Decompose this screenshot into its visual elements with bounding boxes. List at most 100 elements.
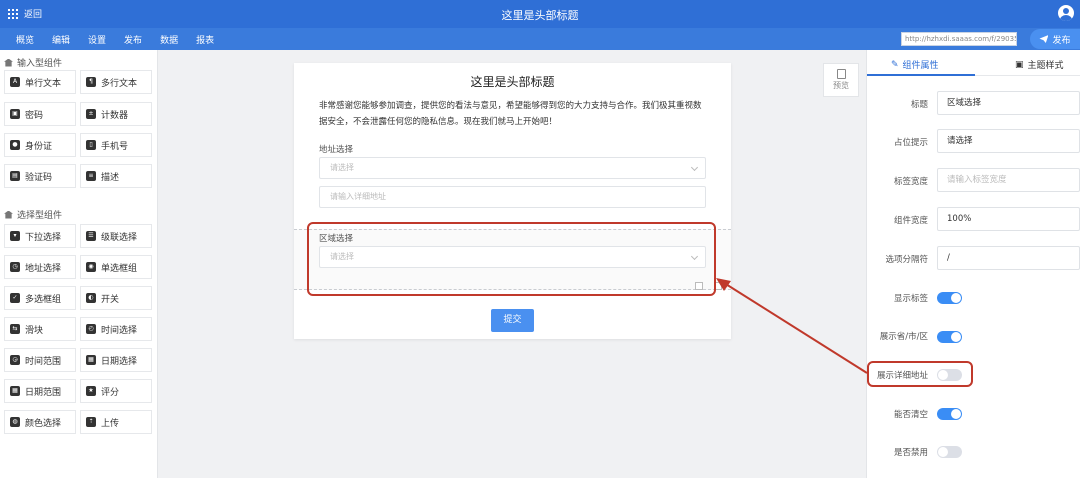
active-tab-underline (867, 74, 975, 76)
comp-label: 滑块 (25, 325, 44, 336)
phone-icon: ▯ (86, 140, 96, 150)
publish-label: 发布 (1052, 35, 1071, 46)
detail-address-highlight (867, 361, 973, 387)
arrow-line (720, 280, 868, 374)
comp-label: 验证码 (25, 172, 53, 183)
comp-captcha[interactable]: ▤ 验证码 (4, 164, 76, 188)
clock-icon: ◴ (86, 324, 96, 334)
show-province-toggle[interactable] (937, 331, 962, 343)
comp-time-range[interactable]: ◶ 时间范围 (4, 348, 76, 372)
address-select[interactable]: 请选择 (319, 157, 706, 179)
comp-slider[interactable]: ⇆ 滑块 (4, 317, 76, 341)
comp-cascader[interactable]: ☰ 级联选择 (80, 224, 152, 248)
prop-separator-input[interactable]: / (937, 246, 1080, 270)
switch-icon: ◐ (86, 293, 96, 303)
clearable-toggle[interactable] (937, 408, 962, 420)
comp-color[interactable]: ◍ 颜色选择 (4, 410, 76, 434)
map-icon: ◷ (10, 262, 20, 272)
prop-label-width-input[interactable]: 请输入标签宽度 (937, 168, 1080, 192)
comp-label: 颜色选择 (25, 418, 62, 429)
region-select-highlight (307, 222, 716, 296)
nav-reports[interactable]: 报表 (196, 33, 214, 46)
submit-button[interactable]: 提交 (491, 309, 534, 332)
lock-icon: ▣ (10, 109, 20, 119)
detail-placeholder: 请输入详细地址 (330, 192, 386, 201)
app-header: 返回 这里是头部标题 (0, 0, 1080, 28)
show-label-toggle[interactable] (937, 292, 962, 304)
chevron-down-icon (690, 163, 699, 172)
prop-title-input[interactable]: 区域选择 (937, 91, 1080, 115)
comp-password[interactable]: ▣ 密码 (4, 102, 76, 126)
comp-multi-text[interactable]: ¶ 多行文本 (80, 70, 152, 94)
time-range-icon: ◶ (10, 355, 20, 365)
prop-label-title: 标题 (910, 100, 928, 110)
prop-label-disabled: 是否禁用 (893, 448, 928, 458)
nav-edit[interactable]: 编辑 (52, 33, 70, 46)
comp-label: 开关 (101, 294, 120, 305)
address-placeholder: 请选择 (330, 163, 354, 172)
input-group-header: 输入型组件 (4, 56, 62, 69)
preview-button[interactable]: 预览 (823, 63, 859, 97)
comp-label: 多行文本 (101, 78, 138, 89)
tab-theme-style[interactable]: ▣ 主题样式 (1015, 58, 1064, 72)
comp-time[interactable]: ◴ 时间选择 (80, 317, 152, 341)
comp-label: 计数器 (101, 110, 129, 121)
comp-checkbox[interactable]: ✓ 多选框组 (4, 286, 76, 310)
nav-settings[interactable]: 设置 (88, 33, 106, 46)
comp-id-card[interactable]: ● 身份证 (4, 133, 76, 157)
palette-icon: ◍ (10, 417, 20, 427)
comp-label: 级联选择 (101, 232, 138, 243)
comp-description[interactable]: ≡ 描述 (80, 164, 152, 188)
prop-placeholder-input[interactable]: 请选择 (937, 129, 1080, 153)
captcha-icon: ▤ (10, 171, 20, 181)
disabled-toggle[interactable] (937, 446, 962, 458)
nav-data[interactable]: 数据 (160, 33, 178, 46)
comp-label: 单行文本 (25, 78, 62, 89)
comp-label: 地址选择 (25, 263, 62, 274)
tab-props-label: 组件属性 (902, 61, 939, 71)
comp-label: 多选框组 (25, 294, 62, 305)
nav-publish[interactable]: 发布 (124, 33, 142, 46)
preview-label: 预览 (833, 81, 849, 90)
nav-overview[interactable]: 概览 (16, 33, 34, 46)
comp-phone[interactable]: ▯ 手机号 (80, 133, 152, 157)
radio-icon: ◉ (86, 262, 96, 272)
prop-label-separator: 选项分隔符 (885, 255, 928, 265)
comp-address[interactable]: ◷ 地址选择 (4, 255, 76, 279)
input-group-title: 输入型组件 (17, 59, 63, 69)
prop-label-placeholder: 占位提示 (893, 138, 928, 148)
component-sidebar: 输入型组件 A 单行文本 ¶ 多行文本 ▣ 密码 ± 计数器 ● 身份证 ▯ 手机号 ▤ 验证… (0, 50, 158, 478)
publish-button[interactable]: 发布 (1030, 29, 1080, 49)
comp-radio[interactable]: ◉ 单选框组 (80, 255, 152, 279)
form-title: 这里是头部标题 (470, 75, 555, 89)
comp-switch[interactable]: ◐ 开关 (80, 286, 152, 310)
prop-comp-width-input[interactable]: 100% (937, 207, 1080, 231)
upload-icon: ⇡ (86, 417, 96, 427)
comp-label: 单选框组 (101, 263, 138, 274)
form-canvas: 这里是头部标题 非常感谢您能够参加调查，提供您的看法与意见，希望能够得到您的大力… (294, 63, 731, 339)
tab-theme-label: 主题样式 (1027, 61, 1064, 71)
comp-label: 描述 (101, 172, 120, 183)
comp-rating[interactable]: ★ 评分 (80, 379, 152, 403)
select-group-title: 选择型组件 (17, 211, 63, 221)
comp-label: 身份证 (25, 141, 53, 152)
header-title: 这里是头部标题 (501, 9, 579, 22)
theme-icon: ▣ (1015, 59, 1024, 70)
comp-single-text[interactable]: A 单行文本 (4, 70, 76, 94)
comp-upload[interactable]: ⇡ 上传 (80, 410, 152, 434)
user-avatar-icon[interactable] (1058, 5, 1074, 21)
tab-component-props[interactable]: ✎ 组件属性 (891, 58, 939, 72)
prop-label-clearable: 能否清空 (893, 410, 928, 420)
comp-counter[interactable]: ± 计数器 (80, 102, 152, 126)
calendar-icon: ▦ (86, 355, 96, 365)
detail-address-input[interactable]: 请输入详细地址 (319, 186, 706, 208)
comp-dropdown[interactable]: ▾ 下拉选择 (4, 224, 76, 248)
prop-label-comp-width: 组件宽度 (893, 216, 928, 226)
properties-panel: ✎ 组件属性 ▣ 主题样式 标题 区域选择 占位提示 请选择 标签宽度 请输入标… (866, 50, 1080, 478)
comp-date[interactable]: ▦ 日期选择 (80, 348, 152, 372)
prop-label-show-label: 显示标签 (893, 294, 928, 304)
star-icon: ★ (86, 386, 96, 396)
comp-label: 日期范围 (25, 387, 62, 398)
comp-date-range[interactable]: ▦ 日期范围 (4, 379, 76, 403)
form-url-field[interactable]: http://hzhxdi.saaas.com/f/290353 (901, 32, 1017, 46)
